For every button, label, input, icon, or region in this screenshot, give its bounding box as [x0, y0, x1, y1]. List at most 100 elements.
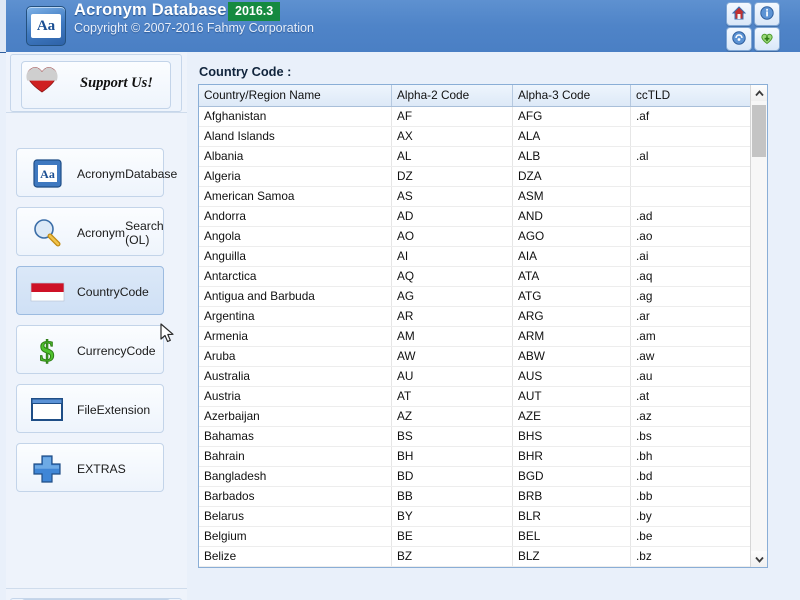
cell-country-name: Aland Islands: [199, 127, 392, 147]
cell-alpha3: BRB: [513, 487, 631, 507]
plus-icon: [27, 452, 67, 485]
column-header-alpha2[interactable]: Alpha-2 Code: [392, 85, 513, 107]
copyright-text: Copyright © 2007-2016 Fahmy Corporation: [74, 21, 314, 35]
cell-country-name: Armenia: [199, 327, 392, 347]
cell-alpha2: AQ: [392, 267, 513, 287]
column-header-cctld[interactable]: ccTLD: [631, 85, 769, 107]
cell-country-name: Anguilla: [199, 247, 392, 267]
table-header-row: Country/Region Name Alpha-2 Code Alpha-3…: [199, 85, 768, 107]
sidebar-item-country-code[interactable]: Country Code: [16, 266, 164, 315]
cell-cctld: [631, 127, 769, 147]
label-line-1: Currency: [77, 344, 126, 358]
cell-cctld: .al: [631, 147, 769, 167]
table-row[interactable]: BahrainBHBHR.bh: [199, 447, 768, 467]
table-row[interactable]: BahamasBSBHS.bs: [199, 427, 768, 447]
label-line-1: Country: [77, 285, 120, 299]
donate-button[interactable]: [754, 27, 780, 51]
cell-alpha2: AU: [392, 367, 513, 387]
sidebar-label-country-code: Country Code: [77, 267, 157, 316]
table-row[interactable]: Aland IslandsAXALA: [199, 127, 768, 147]
cell-cctld: .az: [631, 407, 769, 427]
country-code-table-container: Country/Region Name Alpha-2 Code Alpha-3…: [198, 84, 768, 568]
update-button[interactable]: [726, 27, 752, 51]
sidebar-item-acronym-search[interactable]: Acronym Search (OL): [16, 207, 164, 256]
cell-alpha2: BY: [392, 507, 513, 527]
table-row[interactable]: AlbaniaALALB.al: [199, 147, 768, 167]
table-row[interactable]: BangladeshBDBGD.bd: [199, 467, 768, 487]
chevron-down-icon: [755, 556, 764, 563]
column-header-country-name[interactable]: Country/Region Name: [199, 85, 392, 107]
table-row[interactable]: BelgiumBEBEL.be: [199, 527, 768, 547]
table-row[interactable]: ArubaAWABW.aw: [199, 347, 768, 367]
cell-country-name: Bahrain: [199, 447, 392, 467]
info-button[interactable]: [754, 2, 780, 26]
label-line-1: Acronym: [77, 226, 125, 240]
table-row[interactable]: BelarusBYBLR.by: [199, 507, 768, 527]
sidebar-item-file-extension[interactable]: File Extension: [16, 384, 164, 433]
scroll-down-button[interactable]: [751, 551, 767, 567]
sidebar-label-acronym-search: Acronym Search (OL): [77, 208, 157, 257]
cell-cctld: .at: [631, 387, 769, 407]
sidebar-divider-2: [6, 588, 187, 589]
table-row[interactable]: AnguillaAIAIA.ai: [199, 247, 768, 267]
titlebar-left-edge: [0, 0, 6, 52]
cell-country-name: Aruba: [199, 347, 392, 367]
table-row[interactable]: ArmeniaAMARM.am: [199, 327, 768, 347]
label-line-2: Code: [120, 285, 149, 299]
cell-alpha3: ASM: [513, 187, 631, 207]
label-line-1: EXTRAS: [77, 462, 126, 476]
table-row[interactable]: BeninBJBEN.bj: [199, 567, 768, 569]
column-header-alpha3[interactable]: Alpha-3 Code: [513, 85, 631, 107]
flag-icon: [27, 275, 67, 308]
table-row[interactable]: AzerbaijanAZAZE.az: [199, 407, 768, 427]
home-button[interactable]: [726, 2, 752, 26]
table-row[interactable]: BelizeBZBLZ.bz: [199, 547, 768, 567]
table-row[interactable]: AfghanistanAFAFG.af: [199, 107, 768, 127]
cell-alpha3: ALA: [513, 127, 631, 147]
table-row[interactable]: AndorraADAND.ad: [199, 207, 768, 227]
label-line-1: Acronym: [77, 167, 125, 181]
cell-alpha2: BE: [392, 527, 513, 547]
label-line-2: Search (OL): [125, 219, 164, 247]
table-row[interactable]: AngolaAOAGO.ao: [199, 227, 768, 247]
table-row[interactable]: AlgeriaDZDZA: [199, 167, 768, 187]
table-row[interactable]: AustriaATAUT.at: [199, 387, 768, 407]
cell-country-name: Barbados: [199, 487, 392, 507]
scroll-up-button[interactable]: [751, 85, 767, 101]
sidebar-label-currency-code: Currency Code: [77, 326, 157, 375]
cell-alpha2: AX: [392, 127, 513, 147]
table-row[interactable]: ArgentinaARARG.ar: [199, 307, 768, 327]
cell-alpha3: BLZ: [513, 547, 631, 567]
sidebar-support-panel: Support Us!: [10, 54, 182, 112]
cell-alpha2: AS: [392, 187, 513, 207]
cell-cctld: .ag: [631, 287, 769, 307]
cell-alpha3: AUS: [513, 367, 631, 387]
scrollbar-thumb[interactable]: [752, 105, 766, 157]
magnifier-icon: [27, 216, 67, 249]
app-logo-icon: Aa: [26, 6, 66, 46]
sidebar-item-acronym-database[interactable]: Aa Acronym Database: [16, 148, 164, 197]
table-row[interactable]: American SamoaASASM: [199, 187, 768, 207]
table-row[interactable]: Antigua and BarbudaAGATG.ag: [199, 287, 768, 307]
cell-country-name: Antarctica: [199, 267, 392, 287]
sidebar-item-support-us[interactable]: Support Us!: [21, 61, 171, 109]
table-row[interactable]: AntarcticaAQATA.aq: [199, 267, 768, 287]
sidebar: Support Us! Aa Acronym Database: [6, 52, 187, 600]
sidebar-divider-1: [6, 112, 187, 113]
cell-alpha3: ATG: [513, 287, 631, 307]
cell-country-name: Australia: [199, 367, 392, 387]
cell-alpha2: AW: [392, 347, 513, 367]
heart-plus-icon: [759, 30, 775, 46]
table-vertical-scrollbar[interactable]: [750, 85, 767, 567]
cell-alpha2: AI: [392, 247, 513, 267]
cell-cctld: .am: [631, 327, 769, 347]
cell-cctld: .aq: [631, 267, 769, 287]
table-row[interactable]: AustraliaAUAUS.au: [199, 367, 768, 387]
table-row[interactable]: BarbadosBBBRB.bb: [199, 487, 768, 507]
sidebar-item-currency-code[interactable]: $ Currency Code: [16, 325, 164, 374]
sidebar-item-extras[interactable]: EXTRAS: [16, 443, 164, 492]
titlebar-button-group: [726, 2, 788, 50]
cell-cctld: [631, 187, 769, 207]
cell-alpha2: AG: [392, 287, 513, 307]
window-icon: [27, 393, 67, 426]
